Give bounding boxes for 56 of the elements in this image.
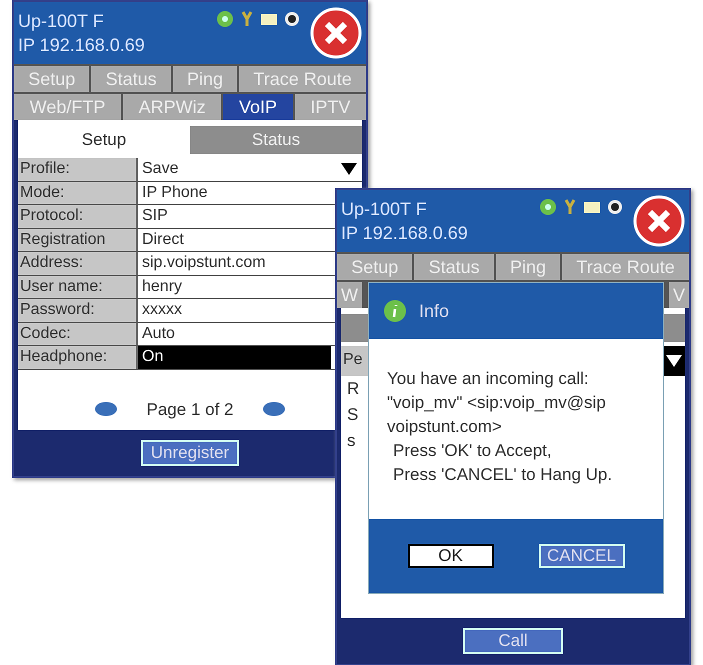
field-label: Headphone:: [18, 346, 138, 368]
field-label: Password:: [18, 299, 138, 322]
text-fragment: S: [347, 404, 358, 426]
tab[interactable]: Status: [190, 126, 362, 154]
close-icon[interactable]: [633, 195, 685, 247]
field-label: Protocol:: [18, 205, 138, 228]
tab[interactable]: Ping: [172, 66, 238, 92]
tab[interactable]: VoIP: [223, 94, 293, 120]
field-label: Pe: [341, 346, 368, 376]
field-value[interactable]: [664, 346, 685, 376]
tab[interactable]: W: [337, 282, 362, 308]
disc-icon: [607, 199, 623, 215]
dialog-title: Info: [419, 300, 450, 322]
tab[interactable]: Ping: [496, 254, 560, 280]
envelope-icon: [583, 200, 601, 214]
field-label: Mode:: [18, 182, 138, 204]
field-label: Registration: [18, 228, 138, 251]
tab[interactable]: Status: [91, 66, 171, 92]
dialog-button[interactable]: CANCEL: [538, 544, 624, 568]
field-value[interactable]: On: [138, 346, 331, 368]
disc-icon: [284, 11, 300, 27]
close-icon[interactable]: [310, 7, 362, 59]
plug-icon: [563, 198, 577, 216]
field-label: Address:: [18, 252, 138, 274]
tab[interactable]: Web/FTP: [14, 94, 121, 120]
plug-icon: [240, 10, 254, 28]
call-button[interactable]: Call: [463, 628, 563, 654]
page-indicator: Page 1 of 2: [146, 398, 234, 420]
ip-address: IP 192.168.0.69: [18, 34, 146, 57]
tab[interactable]: V: [668, 282, 689, 308]
unregister-button[interactable]: Unregister: [140, 440, 240, 466]
network-icon: [539, 198, 557, 216]
text-fragment: R: [347, 378, 360, 400]
field-label: User name:: [18, 276, 138, 298]
tab[interactable]: Trace Route: [562, 254, 689, 280]
dropdown-arrow-icon: [340, 162, 358, 176]
tab[interactable]: Setup: [14, 66, 90, 92]
device-name: Up-100T F: [18, 10, 105, 33]
dropdown-arrow-icon: [665, 354, 683, 368]
tab[interactable]: Status: [414, 254, 494, 280]
envelope-icon: [260, 12, 278, 26]
network-icon: [216, 10, 234, 28]
dialog-message: You have an incoming call: "voip_mv" <sip:voip_mv@sip voipstunt.com> Press 'OK' to Accept, Press 'CANCEL' to Hang Up.: [387, 368, 612, 486]
previous-page-button[interactable]: [94, 402, 117, 416]
info-icon: [383, 299, 407, 323]
field-label: Codec:: [18, 322, 138, 345]
tab[interactable]: Setup: [337, 254, 412, 280]
tab[interactable]: Trace Route: [239, 66, 366, 92]
ip-address: IP 192.168.0.69: [341, 222, 469, 245]
tab[interactable]: ARPWiz: [123, 94, 222, 120]
next-page-button[interactable]: [263, 402, 286, 416]
text-fragment: s: [347, 430, 356, 452]
dialog-button[interactable]: OK: [408, 544, 494, 568]
tab[interactable]: IPTV: [294, 94, 366, 120]
device-name: Up-100T F: [341, 198, 428, 221]
field-label: Profile:: [18, 158, 138, 180]
